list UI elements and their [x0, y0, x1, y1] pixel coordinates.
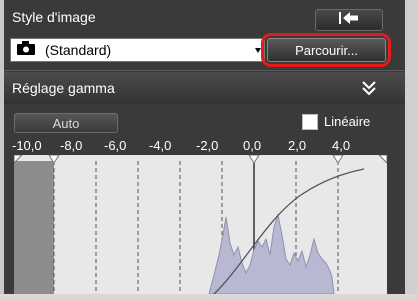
scale-label: -2,0: [196, 138, 219, 153]
double-chevron-down-icon[interactable]: [362, 80, 376, 101]
scale-label: -6,0: [104, 138, 127, 153]
picture-style-value: (Standard): [45, 42, 112, 58]
scale-label: 4,0: [332, 138, 351, 153]
scale-label: 2,0: [288, 138, 307, 153]
scale-label: 0,0: [243, 138, 262, 153]
linear-checkbox[interactable]: [302, 114, 318, 130]
scale-label: -8,0: [60, 138, 83, 153]
window-edge: [405, 0, 417, 294]
shadow-clip-region: [14, 161, 54, 294]
section-divider: [4, 70, 405, 71]
scale-label: -4,0: [149, 138, 172, 153]
undo-arrow-icon: [338, 11, 360, 30]
gamma-graph[interactable]: [13, 154, 388, 295]
auto-button[interactable]: Auto: [14, 113, 118, 133]
gamma-title: Réglage gamma: [12, 80, 115, 96]
linear-label: Linéaire: [324, 114, 371, 129]
camera-icon: [17, 40, 35, 60]
reset-style-button[interactable]: [315, 9, 383, 31]
dropdown-arrow-icon: [255, 48, 261, 53]
scale-label: -10,0: [12, 138, 42, 153]
style-title: Style d'image: [12, 9, 96, 25]
browse-button[interactable]: Parcourir...: [267, 38, 386, 62]
picture-style-select[interactable]: (Standard): [10, 38, 265, 62]
